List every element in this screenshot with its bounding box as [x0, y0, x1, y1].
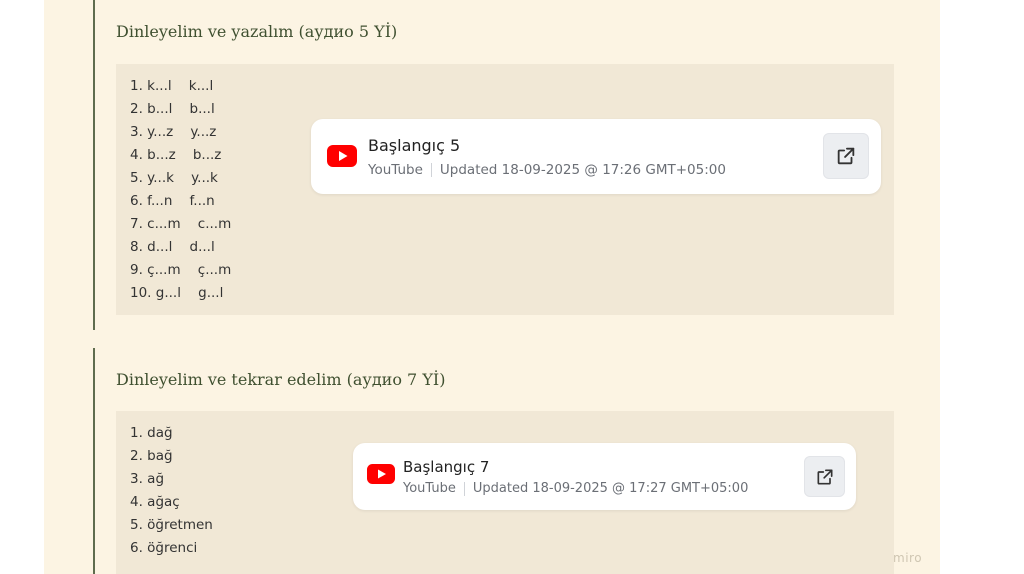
section-heading-2: Dinleyelim ve tekrar edelim (аудио 7 Yİ) [116, 370, 446, 389]
youtube-icon [367, 464, 395, 484]
section-divider-line [93, 0, 95, 330]
video-title[interactable]: Başlangıç 5 [368, 136, 460, 155]
external-link-icon [837, 147, 855, 165]
video-source: YouTube [403, 481, 456, 496]
list-item: 9. ç...m ç...m [130, 262, 232, 278]
external-link-icon [817, 469, 832, 484]
video-meta: YouTube Updated 18-09-2025 @ 17:27 GMT+05… [403, 481, 748, 496]
list-item: 10. g...l g...l [130, 285, 224, 301]
list-item: 7. c...m c...m [130, 216, 232, 232]
list-item: 4. b...z b...z [130, 147, 222, 163]
miro-watermark: miro [893, 551, 923, 565]
video-title[interactable]: Başlangıç 7 [403, 458, 489, 476]
list-item: 5. öğretmen [130, 517, 213, 533]
video-source: YouTube [368, 162, 423, 178]
open-external-button[interactable] [804, 456, 845, 497]
word-list-2: 1. dağ 2. bağ 3. ağ 4. ağaç 5. öğretmen … [130, 422, 213, 560]
video-updated: Updated 18-09-2025 @ 17:26 GMT+05:00 [439, 162, 726, 178]
list-item: 1. dağ [130, 425, 173, 441]
video-card-1[interactable]: Başlangıç 5 YouTube Updated 18-09-2025 @ … [311, 119, 881, 194]
meta-separator [430, 163, 432, 177]
list-item: 4. ağaç [130, 494, 180, 510]
open-external-button[interactable] [823, 133, 869, 179]
youtube-icon [327, 145, 357, 167]
video-updated: Updated 18-09-2025 @ 17:27 GMT+05:00 [472, 481, 749, 496]
list-item: 2. bağ [130, 448, 173, 464]
list-item: 8. d...l d...l [130, 239, 215, 255]
list-item: 3. ağ [130, 471, 165, 487]
word-list-1: 1. k...l k...l 2. b...l b...l 3. y...z y… [130, 75, 231, 305]
video-meta: YouTube Updated 18-09-2025 @ 17:26 GMT+05… [368, 162, 726, 178]
section-divider-line [93, 348, 95, 574]
video-card-2[interactable]: Başlangıç 7 YouTube Updated 18-09-2025 @ … [353, 443, 856, 510]
list-item: 3. y...z y...z [130, 124, 217, 140]
list-item: 2. b...l b...l [130, 101, 215, 117]
meta-separator [463, 481, 465, 496]
section-heading-1: Dinleyelim ve yazalım (аудио 5 Yİ) [116, 22, 398, 41]
list-item: 1. k...l k...l [130, 78, 214, 94]
list-item: 5. y...k y...k [130, 170, 218, 186]
list-item: 6. öğrenci [130, 540, 198, 556]
list-item: 6. f...n f...n [130, 193, 215, 209]
